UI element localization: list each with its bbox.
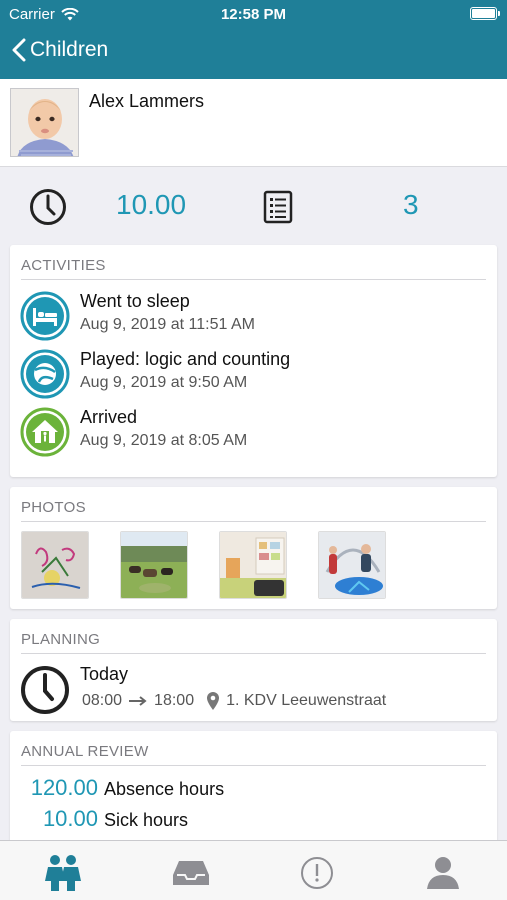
planning-card: PLANNING Today 08:00 18:00 1. KDV Leeuwe… — [10, 619, 497, 721]
photo-thumbnail[interactable] — [318, 531, 386, 599]
inbox-icon — [173, 861, 209, 885]
activity-date: Aug 9, 2019 at 9:50 AM — [80, 374, 248, 391]
alert-icon — [301, 857, 333, 889]
ball-icon — [20, 349, 70, 399]
tab-alerts[interactable] — [295, 853, 339, 893]
clock-icon — [21, 666, 69, 714]
list-icon — [263, 190, 293, 224]
person-icon — [427, 857, 459, 889]
chevron-left-icon — [12, 38, 26, 62]
children-icon — [45, 855, 81, 891]
activities-header: ACTIVITIES — [21, 257, 486, 280]
tab-inbox[interactable] — [169, 853, 213, 893]
activity-title: Played: logic and counting — [80, 349, 291, 369]
planning-details: 08:00 18:00 1. KDV Leeuwenstraat — [82, 691, 386, 711]
activity-date: Aug 9, 2019 at 11:51 AM — [80, 316, 255, 333]
count-value: 3 — [403, 189, 419, 220]
hours-value: 10.00 — [116, 189, 187, 220]
baby-photo — [11, 89, 78, 156]
activity-item[interactable]: Went to sleep Aug 9, 2019 at 11:51 AM — [20, 291, 487, 343]
activity-date: Aug 9, 2019 at 8:05 AM — [80, 432, 248, 449]
clock-icon — [30, 189, 66, 225]
child-profile: Alex Lammers — [0, 79, 507, 167]
review-row-absence: 120.00 Absence hours — [18, 775, 224, 801]
activity-item[interactable]: Played: logic and counting Aug 9, 2019 a… — [20, 349, 487, 401]
planning-end: 18:00 — [154, 692, 195, 709]
activities-card: ACTIVITIES Went to sleep Aug 9, 2019 at … — [10, 245, 497, 477]
avatar[interactable] — [10, 88, 79, 157]
child-name: Alex Lammers — [89, 91, 205, 111]
photo-thumbnail[interactable] — [21, 531, 89, 599]
arrow-right-icon — [129, 696, 147, 706]
absence-hours-label: Absence hours — [104, 779, 225, 799]
photos-card: PHOTOS — [10, 487, 497, 609]
annual-review-card: ANNUAL REVIEW 120.00 Absence hours 10.00 S… — [10, 731, 497, 851]
nav-bar: Children — [0, 28, 507, 79]
activity-item[interactable]: Arrived Aug 9, 2019 at 8:05 AM — [20, 407, 487, 459]
activity-title: Arrived — [80, 407, 138, 427]
absence-hours-value: 120.00 — [30, 775, 98, 800]
review-row-sick: 10.00 Sick hours — [18, 806, 188, 832]
house-icon — [20, 407, 70, 457]
planning-location: 1. KDV Leeuwenstraat — [226, 692, 387, 709]
back-label: Children — [30, 38, 109, 61]
back-button[interactable]: Children — [12, 38, 108, 62]
activity-title: Went to sleep — [80, 291, 190, 311]
clock-time: 12:58 PM — [220, 6, 287, 23]
top-bar: Carrier 12:58 PM Children — [0, 0, 507, 79]
sick-hours-value: 10.00 — [42, 806, 98, 831]
tab-children[interactable] — [41, 853, 85, 893]
planning-day: Today — [80, 664, 129, 684]
planning-header: PLANNING — [21, 631, 486, 654]
photo-thumbnail[interactable] — [120, 531, 188, 599]
planning-start: 08:00 — [82, 692, 123, 709]
photos-header: PHOTOS — [21, 499, 486, 522]
bed-icon — [20, 291, 70, 341]
sick-hours-label: Sick hours — [104, 810, 189, 830]
location-pin-icon — [207, 692, 220, 710]
annual-review-header: ANNUAL REVIEW — [21, 743, 486, 766]
status-bar: Carrier 12:58 PM — [0, 0, 507, 28]
tab-bar — [0, 840, 507, 900]
photo-thumbnail[interactable] — [219, 531, 287, 599]
battery-icon — [470, 7, 500, 20]
stats-row: 10.00 3 — [0, 178, 507, 236]
tab-profile[interactable] — [421, 853, 465, 893]
